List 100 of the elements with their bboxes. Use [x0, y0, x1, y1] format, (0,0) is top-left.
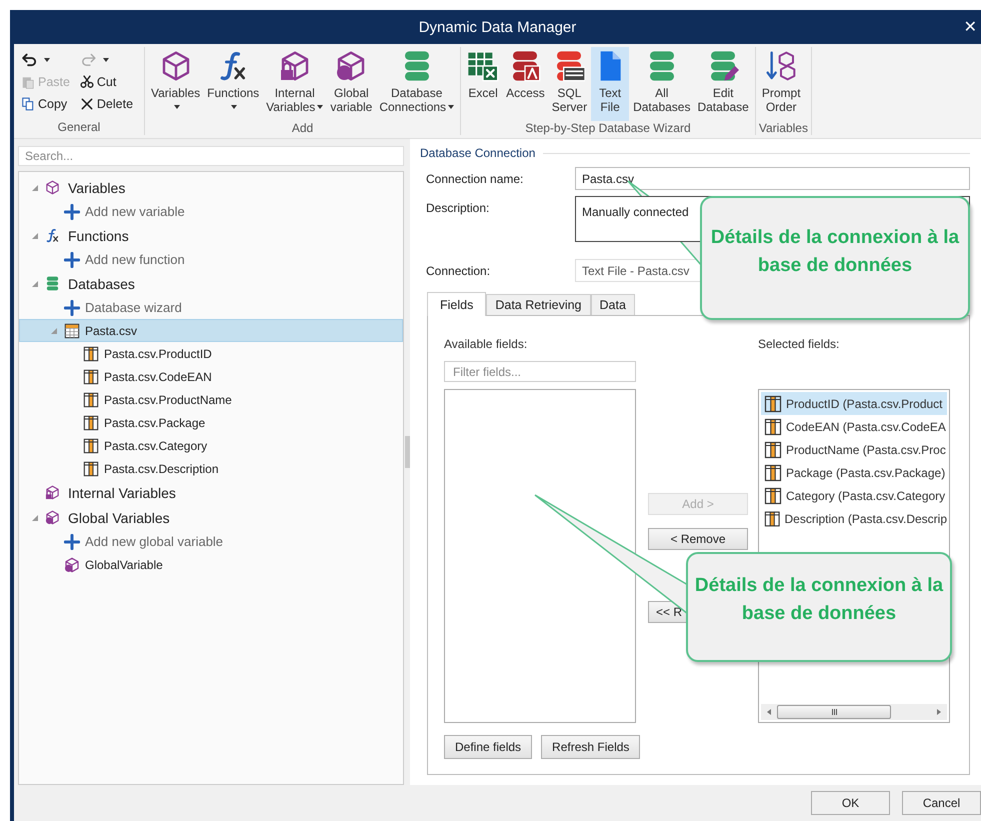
dialog-button[interactable]: Cancel	[902, 791, 981, 815]
available-fields-list[interactable]	[444, 389, 636, 723]
field-label: Connection:	[426, 263, 492, 280]
dialog-button[interactable]: OK	[811, 791, 890, 815]
column-icon	[83, 460, 99, 476]
group-label: General	[56, 120, 102, 135]
toolbar-button[interactable]: Delete	[78, 93, 139, 114]
tree-item[interactable]: Global Variables	[19, 505, 403, 530]
window-title: Dynamic Data Manager	[418, 18, 576, 36]
undo-icon	[21, 51, 38, 68]
list-item[interactable]: ProductName (Pasta.csv.Proc	[761, 438, 947, 461]
column-icon	[764, 464, 782, 482]
column-icon	[764, 486, 782, 504]
database-icon	[45, 276, 60, 291]
ribbon-button[interactable]: Variables	[148, 47, 204, 121]
tree-item[interactable]: Pasta.csv.ProductName	[19, 388, 403, 411]
delete-icon	[80, 96, 94, 110]
column-icon	[83, 438, 99, 454]
tree-item[interactable]: Functions	[19, 223, 403, 248]
close-button[interactable]: ✕	[962, 17, 979, 36]
panel-button[interactable]: Refresh Fields	[541, 735, 640, 759]
spreadsheet-icon	[467, 50, 500, 82]
plus-icon	[64, 252, 80, 268]
scissors-icon	[80, 74, 94, 88]
tree-item[interactable]: Pasta.csv.CodeEAN	[19, 365, 403, 388]
table-icon	[64, 322, 80, 338]
globe-cube-icon	[64, 556, 80, 572]
tab[interactable]: Fields	[427, 292, 486, 316]
redo-icon	[80, 51, 97, 68]
expand-arrow-icon[interactable]	[51, 328, 57, 334]
column-icon	[764, 510, 780, 528]
ribbon-button[interactable]: Database Connections	[376, 47, 458, 121]
cube-icon	[45, 180, 60, 195]
column-icon	[83, 346, 99, 362]
column-icon	[83, 368, 99, 384]
toolbar-button[interactable]: Cut	[78, 71, 139, 92]
ribbon-button[interactable]: Global variable	[327, 47, 376, 121]
group-label: Add	[290, 121, 314, 136]
tree-item[interactable]: Add new variable	[19, 200, 403, 223]
filter-field[interactable]: Filter fields...	[444, 361, 636, 382]
tree-item[interactable]: Database wizard	[19, 296, 403, 319]
expand-arrow-icon[interactable]	[32, 514, 38, 520]
callout: Détails de la connexion à la base de données	[700, 196, 970, 320]
ribbon-button[interactable]: All Databases	[630, 47, 694, 121]
locked-cube-icon	[45, 485, 60, 500]
splitter-handle[interactable]	[404, 436, 410, 468]
ribbon-button[interactable]: Internal Variables	[263, 47, 326, 121]
tree-item[interactable]: Pasta.csv.ProductID	[19, 342, 403, 365]
move-button[interactable]: < Remove	[648, 528, 748, 550]
plus-icon	[64, 300, 80, 316]
ribbon-button[interactable]: Access	[503, 47, 548, 121]
tree-item[interactable]: Pasta.csv.Description	[19, 457, 403, 480]
input-field[interactable]: Pasta.csv	[575, 167, 970, 190]
tree-item[interactable]: Pasta.csv	[19, 319, 403, 342]
expand-arrow-icon[interactable]	[32, 232, 38, 238]
copy-icon	[21, 96, 35, 110]
tree-item[interactable]: Add new function	[19, 248, 403, 271]
ribbon-button[interactable]: Functions	[204, 47, 262, 121]
list-item[interactable]: Package (Pasta.csv.Package)	[761, 461, 947, 484]
tree-item[interactable]: Pasta.csv.Category	[19, 434, 403, 457]
tree-item[interactable]: Pasta.csv.Package	[19, 411, 403, 434]
list-label: Selected fields:	[758, 337, 840, 353]
function-icon	[45, 228, 60, 243]
search-field[interactable]: Search...	[18, 146, 404, 166]
toolbar-button[interactable]: Copy	[19, 93, 76, 114]
locked-cube-icon	[278, 50, 311, 82]
ribbon-button[interactable]: Prompt Order	[758, 47, 804, 121]
list-label: Available fields:	[444, 337, 528, 353]
scrollbar[interactable]	[761, 704, 947, 720]
globe-cube-icon	[45, 510, 60, 525]
column-icon	[764, 394, 782, 412]
column-icon	[764, 418, 782, 436]
panel-button[interactable]: Define fields	[444, 735, 532, 759]
group-label: Variables	[758, 121, 808, 136]
field-label: Description:	[426, 200, 490, 217]
arrow-cubes-icon	[765, 50, 798, 82]
expand-arrow-icon[interactable]	[32, 184, 38, 190]
tree-item[interactable]: Variables	[19, 175, 403, 200]
ribbon-button[interactable]: Excel	[464, 47, 502, 121]
group-label: Step-by-Step Database Wizard	[524, 121, 692, 136]
tab[interactable]: Data	[590, 294, 635, 315]
ribbon-button[interactable]: Text File	[591, 47, 630, 121]
list-item[interactable]: ProductID (Pasta.csv.Product	[761, 392, 947, 415]
expand-arrow-icon[interactable]	[32, 280, 38, 286]
tree-item[interactable]: Add new global variable	[19, 530, 403, 553]
tab[interactable]: Data Retrieving	[486, 294, 590, 315]
plus-icon	[64, 534, 80, 550]
list-item[interactable]: Description (Pasta.csv.Descrip	[761, 507, 947, 530]
tree-item[interactable]: GlobalVariable	[19, 553, 403, 576]
field-label: Connection name:	[426, 171, 524, 188]
list-item[interactable]: CodeEAN (Pasta.csv.CodeEA	[761, 415, 947, 438]
column-icon	[764, 440, 782, 458]
clipboard-icon	[21, 74, 35, 88]
section-title: Database Connection	[420, 146, 536, 160]
plus-icon	[64, 204, 80, 220]
tree-item[interactable]: Internal Variables	[19, 480, 403, 505]
ribbon-button[interactable]: Edit Database	[694, 47, 752, 121]
ribbon-button[interactable]: SQL Server	[548, 47, 590, 121]
tree-item[interactable]: Databases	[19, 271, 403, 296]
list-item[interactable]: Category (Pasta.csv.Category	[761, 484, 947, 507]
